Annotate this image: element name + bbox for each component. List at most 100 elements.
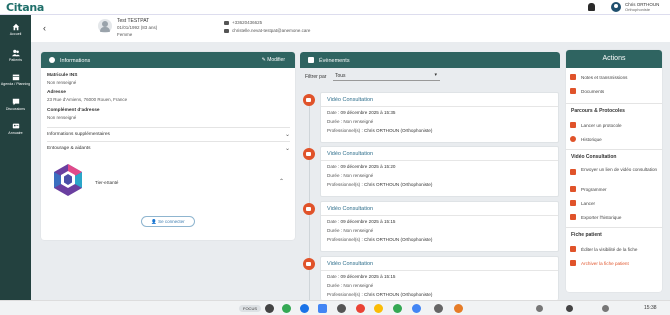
patient-phone[interactable]: +33620436625 (224, 20, 262, 25)
event-pro: Professionnel(s) : Chris ORTHOUN (Orthop… (327, 292, 432, 297)
event-pro: Professionnel(s) : Chris ORTHOUN (Orthop… (327, 182, 432, 187)
video-camera-icon (570, 200, 576, 206)
documents-label: Documents (581, 89, 605, 94)
divider (566, 149, 662, 150)
archiver-action[interactable]: Archiver la fiche patient (570, 260, 629, 266)
chevron-down-icon: ⌄ (284, 146, 290, 152)
app-icon[interactable] (300, 304, 309, 313)
esante-label: Tier-eSanté (95, 180, 119, 185)
entourage-toggle[interactable]: Entourage & aidants ⌄ (47, 141, 290, 152)
sidebar-item-label: Patients (9, 58, 22, 62)
connect-button[interactable]: 👤 Se connecter (141, 216, 195, 227)
historique-action[interactable]: Historique (570, 136, 602, 142)
video-title: Vidéo Consultation (571, 154, 617, 160)
app-icon[interactable] (393, 304, 402, 313)
chevron-down-icon: ⌄ (284, 132, 290, 138)
event-date-value: 09 décembre 2025 à 15:20 (340, 164, 396, 169)
timeline-line (309, 95, 310, 305)
wifi-icon[interactable] (536, 305, 543, 312)
divider (321, 270, 558, 271)
patient-header: ‹ Test TESTPAT 01/01/1992 (83 ans) Femme… (31, 15, 670, 42)
event-date-value: 09 décembre 2025 à 15:15 (340, 274, 396, 279)
event-title: Vidéo Consultation (327, 261, 374, 267)
settings-icon[interactable] (566, 305, 573, 312)
user-avatar-icon[interactable] (611, 2, 621, 12)
envoyer-lien-label: Envoyer un lien de vidéo consultation (581, 167, 658, 172)
sidebar-item-discussions[interactable]: Discussions (0, 96, 31, 118)
notes-action[interactable]: Notes et transmissions (570, 74, 627, 80)
bell-icon[interactable] (588, 3, 595, 11)
filter-select[interactable]: Tous ▾ (333, 71, 440, 81)
programmer-action[interactable]: Programmer (570, 186, 607, 192)
home-icon (12, 23, 19, 31)
divider (321, 160, 558, 161)
sidebar-item-annuaire[interactable]: Annuaire (0, 120, 31, 142)
back-arrow-icon[interactable]: ‹ (43, 23, 46, 33)
sidebar-item-accueil[interactable]: Accueil (0, 21, 31, 43)
app-icon[interactable] (337, 304, 346, 313)
sidebar-item-agenda[interactable]: Agenda / Planning (0, 71, 31, 93)
patient-birth: 01/01/1992 (83 ans) (117, 25, 158, 30)
history-icon (570, 136, 576, 142)
app-icon[interactable] (412, 304, 421, 313)
event-duree: Durée : Non renseigné (327, 119, 373, 124)
parcours-title: Parcours & Protocoles (571, 108, 625, 114)
informations-supplementaires-toggle[interactable]: Informations supplémentaires ⌄ (47, 127, 290, 138)
exporter-action[interactable]: Exporter l'historique (570, 214, 621, 220)
play-store-icon[interactable] (282, 304, 291, 313)
filter-value: Tous (335, 73, 346, 79)
supp-label: Informations supplémentaires (47, 132, 110, 137)
focus-button[interactable]: FOCUS (239, 305, 261, 312)
sidebar-item-label: Accueil (9, 32, 22, 36)
sidebar-item-label: Discussions (5, 107, 26, 111)
event-date-label: Date : (327, 164, 340, 169)
app-icon[interactable] (434, 304, 443, 313)
patient-sex: Femme (117, 32, 133, 37)
envoyer-lien-action[interactable]: Envoyer un lien de vidéo consultation (570, 167, 658, 175)
edit-label: Modifier (267, 57, 285, 63)
editer-visibilite-action[interactable]: Éditer la visibilité de la fiche (570, 246, 637, 252)
battery-icon[interactable] (602, 305, 609, 312)
phone-icon (224, 20, 229, 25)
informations-panel: Informations ✎ Modifier Matricule INS No… (41, 52, 295, 240)
event-card[interactable]: Vidéo Consultation Date : 09 décembre 20… (320, 256, 559, 300)
event-pro-label: Professionnel(s) : (327, 237, 363, 242)
play-icon (570, 122, 576, 128)
events-title: Évènements (319, 58, 350, 64)
calendar-icon (570, 186, 576, 192)
event-duree-label: Durée : (327, 173, 343, 178)
app-logo[interactable]: Citana (6, 1, 44, 14)
launcher-icon[interactable] (265, 304, 274, 313)
event-pro: Professionnel(s) : Chris ORTHOUN (Orthop… (327, 237, 432, 242)
event-pro-value: Chris ORTHOUN (Orthophoniste) (364, 182, 433, 187)
event-duree: Durée : Non renseigné (327, 228, 373, 233)
event-card[interactable]: Vidéo Consultation Date : 09 décembre 20… (320, 201, 559, 252)
archiver-label: Archiver la fiche patient (581, 261, 629, 266)
events-header: Évènements (300, 52, 560, 68)
event-duree-value: Non renseigné (343, 119, 374, 124)
connect-label: Se connecter (158, 219, 185, 224)
chevron-up-icon[interactable]: ⌃ (279, 178, 284, 185)
patient-email[interactable]: christelle.nevat-testpat@anemone.care (224, 28, 310, 33)
event-card[interactable]: Vidéo Consultation Date : 09 décembre 20… (320, 92, 559, 143)
patient-phone-value: +33620436625 (232, 20, 263, 25)
event-card[interactable]: Vidéo Consultation Date : 09 décembre 20… (320, 146, 559, 197)
chrome-icon[interactable] (356, 304, 365, 313)
event-pro-value: Chris ORTHOUN (Orthophoniste) (364, 292, 433, 297)
documents-action[interactable]: Documents (570, 88, 604, 94)
person-icon (49, 57, 55, 63)
sidebar-item-patients[interactable]: Patients (0, 47, 31, 69)
app-icon[interactable] (454, 304, 463, 313)
docs-icon[interactable] (318, 304, 327, 313)
lancer-action[interactable]: Lancer (570, 200, 595, 206)
calendar-icon (308, 57, 314, 63)
top-bar: Citana Chris ORTHOUN Orthophoniste (0, 0, 670, 15)
clock[interactable]: 15:38 (644, 305, 657, 311)
lancer-protocole-label: Lancer un protocole (581, 123, 622, 128)
edit-button[interactable]: ✎ Modifier (262, 57, 285, 63)
exporter-label: Exporter l'historique (581, 215, 622, 220)
app-icon[interactable] (374, 304, 383, 313)
lancer-protocole-action[interactable]: Lancer un protocole (570, 122, 622, 128)
lancer-label: Lancer (581, 201, 596, 206)
actions-panel: Actions Notes et transmissions Documents… (566, 50, 662, 292)
